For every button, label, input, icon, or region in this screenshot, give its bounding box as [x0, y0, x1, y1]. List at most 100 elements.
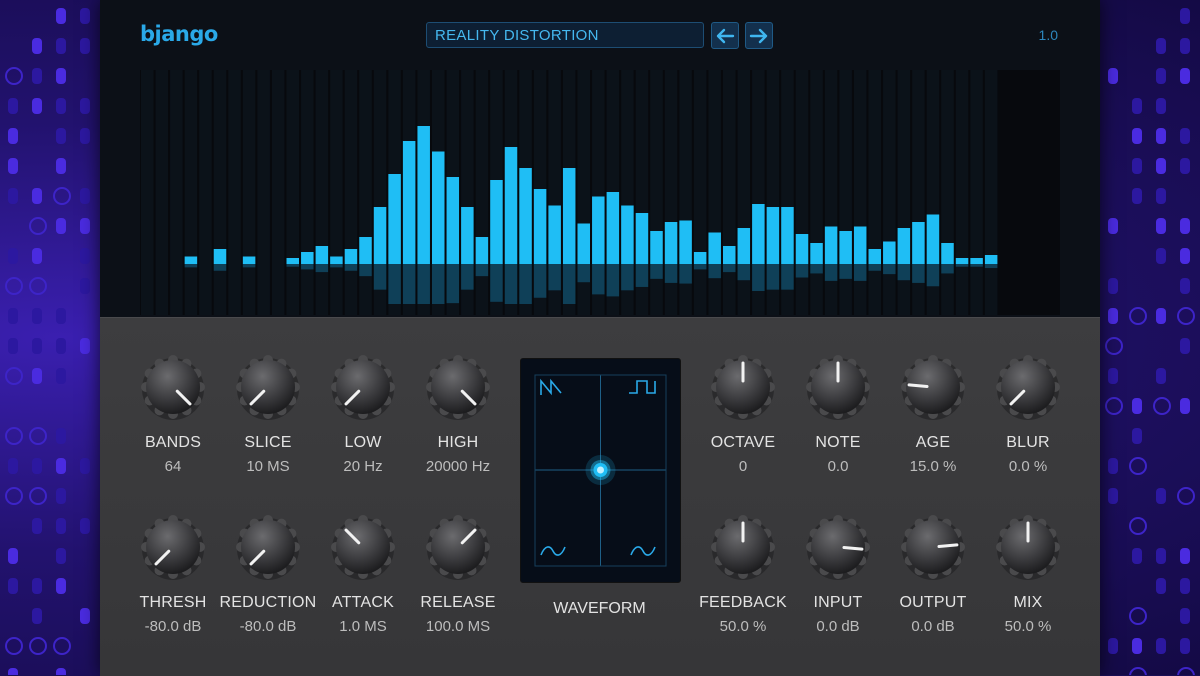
decoration-pill	[1108, 218, 1118, 234]
spectrum-bar	[708, 232, 721, 264]
spectrum-column	[883, 70, 896, 315]
spectrum-column	[955, 70, 969, 315]
spectrum-column	[301, 70, 314, 315]
sine-icon	[540, 546, 566, 556]
decoration-pill	[1180, 158, 1190, 174]
spectrum-bar	[941, 243, 954, 264]
decoration-pill	[1108, 278, 1118, 294]
slice-knob[interactable]	[235, 354, 301, 420]
decoration-pill	[32, 308, 42, 324]
decoration-pill	[56, 158, 66, 174]
spectrum-bar	[388, 174, 401, 264]
decoration-pill	[8, 308, 18, 324]
spectrum-column	[257, 70, 270, 315]
note-knob[interactable]	[805, 354, 871, 420]
input-knob[interactable]	[805, 514, 871, 580]
spectrum-bar	[795, 234, 809, 264]
waveform-xy-pad[interactable]	[520, 358, 681, 583]
low-value: 20 Hz	[343, 458, 383, 475]
decoration-pill	[8, 338, 18, 354]
output-knob[interactable]	[900, 514, 966, 580]
decoration-ring	[29, 487, 47, 505]
decoration-pill	[1156, 98, 1166, 114]
attack-knob[interactable]	[330, 514, 396, 580]
decoration-ring	[1129, 667, 1147, 675]
spectrum-reflection	[970, 264, 983, 267]
age-label: AGE	[915, 434, 951, 451]
decoration-pill	[32, 608, 42, 624]
waveform-handle[interactable]	[585, 455, 616, 485]
spectrum-bar	[766, 207, 780, 264]
decoration-pill	[32, 38, 42, 54]
age-knob[interactable]	[900, 354, 966, 420]
decoration-pill	[1132, 428, 1142, 444]
version-label: 1.0	[1038, 27, 1058, 43]
decoration-pill	[32, 188, 42, 204]
previous-preset-button[interactable]	[711, 22, 739, 49]
reduction-value: -80.0 dB	[239, 618, 297, 635]
decoration-pill	[8, 128, 18, 144]
spectrum-bar	[504, 147, 518, 264]
reduction-label: REDUCTION	[219, 594, 317, 611]
slice-label: SLICE	[244, 434, 292, 451]
low-control: LOW 20 Hz	[308, 354, 418, 475]
decoration-pill	[1132, 548, 1142, 564]
octave-knob[interactable]	[710, 354, 776, 420]
spectrum-reflection	[184, 264, 198, 268]
spectrum-reflection	[359, 264, 372, 277]
decoration-pill	[32, 68, 42, 84]
spectrum-bar	[592, 196, 605, 264]
spectrum-reflection	[781, 264, 794, 290]
feedback-knob[interactable]	[710, 514, 776, 580]
thresh-knob[interactable]	[140, 514, 206, 580]
decoration-pill	[56, 488, 66, 504]
decoration-pill	[56, 98, 66, 114]
note-control: NOTE 0.0	[783, 354, 893, 475]
decoration-ring	[1177, 487, 1195, 505]
decoration-pill	[56, 578, 66, 594]
high-value: 20000 Hz	[425, 458, 491, 475]
spectrum-bar	[752, 204, 765, 264]
mix-knob[interactable]	[995, 514, 1061, 580]
spectrum-bar	[519, 168, 532, 264]
output-control: OUTPUT 0.0 dB	[878, 514, 988, 635]
slice-value: 10 MS	[246, 458, 290, 475]
spectrum-bar	[301, 252, 314, 264]
spectrum-bar	[926, 214, 940, 264]
decoration-ring	[5, 637, 23, 655]
spectrum-reflection	[344, 264, 358, 271]
spectrum-bar	[359, 237, 372, 264]
input-control: INPUT 0.0 dB	[783, 514, 893, 635]
mix-control: MIX 50.0 %	[973, 514, 1083, 635]
spectrum-reflection	[446, 264, 460, 304]
blur-knob[interactable]	[995, 354, 1061, 420]
decoration-pill	[8, 158, 18, 174]
spectrum-bar	[315, 246, 329, 264]
spectrum-bar	[853, 226, 867, 264]
decoration-pill	[1156, 308, 1166, 324]
spectrum-reflection	[213, 264, 227, 271]
release-knob[interactable]	[425, 514, 491, 580]
spectrum-column	[199, 70, 212, 315]
preset-name-field[interactable]: REALITY DISTORTION	[426, 22, 704, 48]
spectrum-column	[330, 70, 343, 315]
decoration-pill	[80, 248, 90, 264]
decoration-pill	[1180, 8, 1190, 24]
reduction-knob[interactable]	[235, 514, 301, 580]
spectrum-reflection	[810, 264, 823, 274]
spectrum-column	[286, 70, 299, 315]
spectrum-column	[228, 70, 241, 315]
arrow-right-icon	[749, 28, 768, 43]
spectrum-bar	[330, 256, 343, 264]
decoration-pill	[80, 8, 90, 24]
spectrum-reflection	[475, 264, 489, 277]
next-preset-button[interactable]	[745, 22, 773, 49]
high-control: HIGH 20000 Hz	[403, 354, 513, 475]
spectrum-bar	[432, 151, 445, 264]
high-knob[interactable]	[425, 354, 491, 420]
bands-knob[interactable]	[140, 354, 206, 420]
spectrum-reflection	[708, 264, 721, 279]
low-knob[interactable]	[330, 354, 396, 420]
spectrum-bar	[417, 126, 430, 264]
bands-control: BANDS 64	[118, 354, 228, 475]
